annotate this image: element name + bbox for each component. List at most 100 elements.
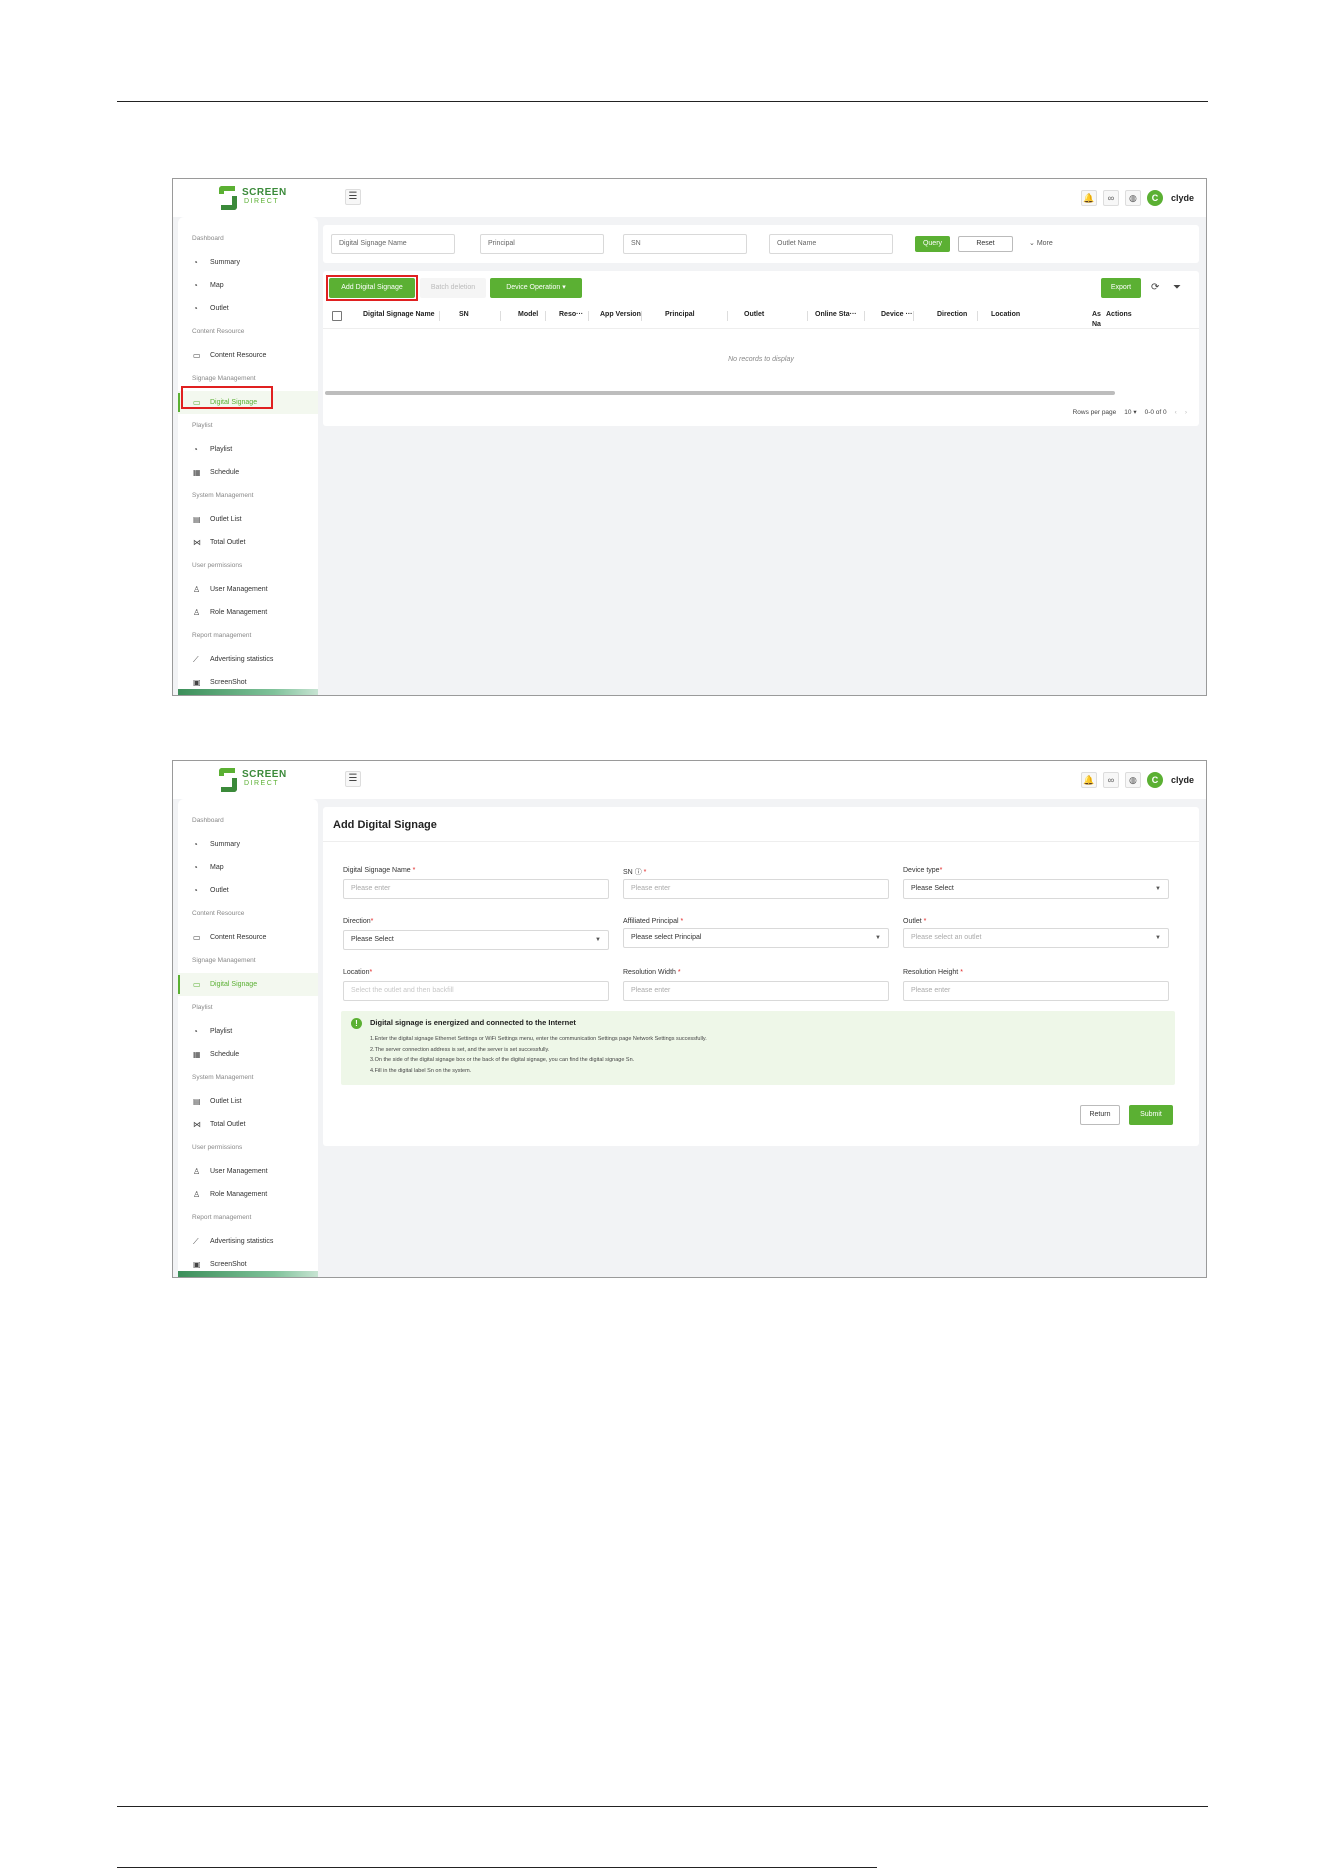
sidebar-item-summary[interactable]: ◔ Summary xyxy=(178,833,318,856)
signage-name-input[interactable]: Please enter xyxy=(343,879,609,899)
avatar[interactable]: C xyxy=(1146,190,1163,206)
avatar[interactable]: C xyxy=(1146,772,1163,788)
col-outlet[interactable]: Outlet xyxy=(744,311,764,318)
filter-icon[interactable]: ⏷ xyxy=(1173,282,1181,293)
screenshot-add-digital-signage: SCREEN DIRECT ☰ 🔔 ∞ ◍ C clyde Dashboard … xyxy=(172,760,1207,1278)
sidebar-item-user-management[interactable]: ♙ User Management xyxy=(178,1160,318,1183)
info-icon: ! xyxy=(351,1018,362,1029)
principal-input[interactable]: Principal xyxy=(480,234,604,254)
filter-bar: Digital Signage Name Principal SN Outlet… xyxy=(323,225,1199,263)
username[interactable]: clyde xyxy=(1171,193,1194,203)
add-digital-signage-button[interactable]: Add Digital Signage xyxy=(329,278,415,298)
top-bar: SCREEN DIRECT ☰ 🔔 ∞ ◍ C clyde xyxy=(173,761,1206,799)
device-type-label: Device type* xyxy=(903,867,943,874)
direction-select[interactable]: Please Select ▼ xyxy=(343,930,609,950)
logo-subtext: DIRECT xyxy=(244,780,280,787)
chevron-right-icon[interactable]: › xyxy=(1185,409,1187,416)
bell-icon[interactable]: 🔔 xyxy=(1080,772,1097,788)
horizontal-scrollbar[interactable] xyxy=(325,391,1115,395)
sidebar-item-role-management[interactable]: ♙ Role Management xyxy=(178,1183,318,1206)
col-device[interactable]: Device ··· xyxy=(881,311,913,318)
chevron-left-icon[interactable]: ‹ xyxy=(1175,409,1177,416)
location-input[interactable]: Select the outlet and then backfill xyxy=(343,981,609,1001)
col-resolution[interactable]: Reso··· xyxy=(559,311,583,318)
outlet-name-input[interactable]: Outlet Name xyxy=(769,234,893,254)
export-button[interactable]: Export xyxy=(1101,278,1141,298)
sidebar-item-map[interactable]: ◔ Map xyxy=(178,274,318,297)
monitor-icon: ▭ xyxy=(193,980,201,989)
sidebar-item-advertising-statistics[interactable]: ⟋ Advertising statistics xyxy=(178,648,318,671)
menu-fold-icon[interactable]: ☰ xyxy=(345,771,361,787)
sn-input[interactable]: Please enter xyxy=(623,879,889,899)
link-icon[interactable]: ∞ xyxy=(1102,190,1119,206)
device-type-select[interactable]: Please Select ▼ xyxy=(903,879,1169,899)
top-actions: 🔔 ∞ ◍ C clyde xyxy=(1080,188,1194,208)
refresh-icon[interactable]: ⟳ xyxy=(1151,282,1159,293)
sidebar-item-digital-signage[interactable]: ▭ Digital Signage xyxy=(178,973,318,996)
sidebar-item-outlet-list[interactable]: ▤ Outlet List xyxy=(178,1090,318,1113)
link-icon[interactable]: ∞ xyxy=(1102,772,1119,788)
return-button[interactable]: Return xyxy=(1080,1105,1120,1125)
sidebar-item-map[interactable]: ◔ Map xyxy=(178,856,318,879)
col-sn[interactable]: SN xyxy=(459,311,469,318)
sidebar-item-schedule[interactable]: ▦ Schedule xyxy=(178,1043,318,1066)
sidebar-item-schedule[interactable]: ▦ Schedule xyxy=(178,461,318,484)
sidebar-item-digital-signage[interactable]: ▭ Digital Signage xyxy=(178,391,318,414)
logo-text: SCREEN xyxy=(242,769,287,780)
sn-input[interactable]: SN xyxy=(623,234,747,254)
required-mark: * xyxy=(412,867,416,874)
col-model[interactable]: Model xyxy=(518,311,538,318)
sidebar-item-content-resource[interactable]: ▭ Content Resource xyxy=(178,344,318,367)
sidebar-item-playlist[interactable]: ◔ Playlist xyxy=(178,1020,318,1043)
chevron-down-icon: ⌄ xyxy=(1029,240,1035,247)
menu-fold-icon[interactable]: ☰ xyxy=(345,189,361,205)
sidebar-item-role-management[interactable]: ♙ Role Management xyxy=(178,601,318,624)
caret-down-icon: ▼ xyxy=(595,937,601,943)
dashboard-icon: ◔ xyxy=(193,863,198,872)
bell-icon[interactable]: 🔔 xyxy=(1080,190,1097,206)
col-direction[interactable]: Direction xyxy=(937,311,967,318)
submit-button[interactable]: Submit xyxy=(1129,1105,1173,1125)
sidebar-group-content: Content Resource xyxy=(192,910,245,917)
required-mark: * xyxy=(370,918,374,925)
device-operation-button[interactable]: Device Operation ▾ xyxy=(490,278,582,298)
outlet-select[interactable]: Please select an outlet ▼ xyxy=(903,928,1169,948)
rows-per-page-select[interactable]: 10 ▾ xyxy=(1124,408,1136,416)
sidebar-item-summary[interactable]: ◔ Summary xyxy=(178,251,318,274)
sidebar: Dashboard ◔ Summary ◔ Map ◔ Outlet Content … xyxy=(178,217,318,695)
more-filters-link[interactable]: ⌄ More xyxy=(1029,239,1053,247)
app-logo: SCREEN DIRECT xyxy=(217,184,286,212)
resolution-width-input[interactable]: Please enter xyxy=(623,981,889,1001)
col-as-line2: Na xyxy=(1092,321,1101,328)
col-signage-name[interactable]: Digital Signage Name xyxy=(363,311,435,318)
query-button[interactable]: Query xyxy=(915,236,950,252)
signage-name-input[interactable]: Digital Signage Name xyxy=(331,234,455,254)
sidebar-item-advertising-statistics[interactable]: ⟋ Advertising statistics xyxy=(178,1230,318,1253)
sidebar-item-user-management[interactable]: ♙ User Management xyxy=(178,578,318,601)
sidebar-item-outlet[interactable]: ◔ Outlet xyxy=(178,297,318,320)
reset-button[interactable]: Reset xyxy=(958,236,1013,252)
help-icon[interactable]: ⓘ xyxy=(635,869,642,876)
col-app-version[interactable]: App Version xyxy=(600,311,641,318)
sidebar-item-content-resource[interactable]: ▭ Content Resource xyxy=(178,926,318,949)
col-principal[interactable]: Principal xyxy=(665,311,695,318)
select-all-checkbox[interactable] xyxy=(332,311,342,321)
col-location[interactable]: Location xyxy=(991,311,1020,318)
col-online-status[interactable]: Online Sta··· xyxy=(815,311,857,318)
principal-select[interactable]: Please select Principal ▼ xyxy=(623,928,889,948)
batch-deletion-button[interactable]: Batch deletion xyxy=(420,278,486,298)
resolution-height-input[interactable]: Please enter xyxy=(903,981,1169,1001)
sidebar-item-outlet[interactable]: ◔ Outlet xyxy=(178,879,318,902)
username[interactable]: clyde xyxy=(1171,775,1194,785)
required-mark: * xyxy=(939,867,943,874)
globe-icon[interactable]: ◍ xyxy=(1124,190,1141,206)
info-step-4: 4.Fill in the digital label Sn on the sy… xyxy=(370,1068,472,1074)
folder-icon: ▭ xyxy=(193,351,201,360)
calendar-icon: ▦ xyxy=(193,468,201,477)
sidebar-item-playlist[interactable]: ◔ Playlist xyxy=(178,438,318,461)
sidebar-item-total-outlet[interactable]: ⋈ Total Outlet xyxy=(178,531,318,554)
col-as[interactable]: As xyxy=(1092,311,1101,318)
sidebar-item-outlet-list[interactable]: ▤ Outlet List xyxy=(178,508,318,531)
globe-icon[interactable]: ◍ xyxy=(1124,772,1141,788)
sidebar-item-total-outlet[interactable]: ⋈ Total Outlet xyxy=(178,1113,318,1136)
